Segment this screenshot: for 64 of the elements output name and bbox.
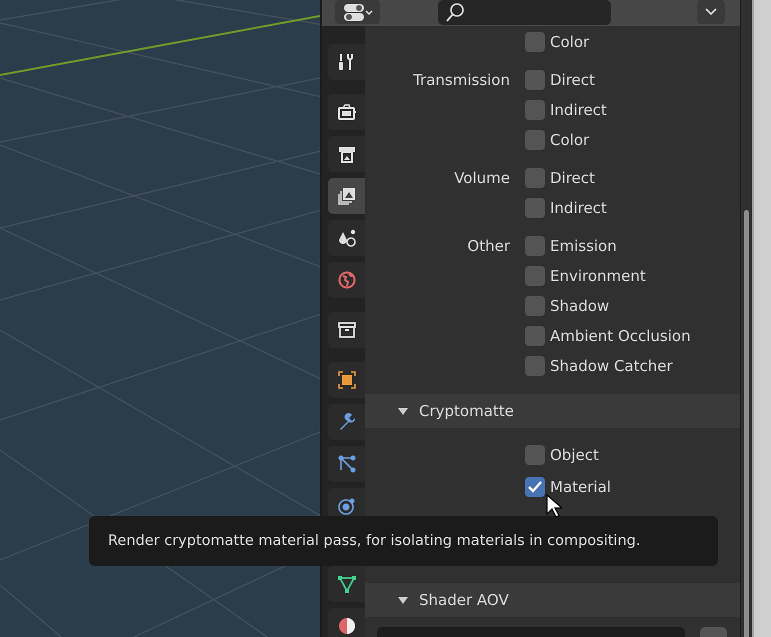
properties-tab[interactable] bbox=[328, 136, 365, 172]
orbit-icon bbox=[336, 496, 356, 516]
search-field[interactable] bbox=[438, 0, 611, 24]
checkbox-label: Indirect bbox=[550, 199, 607, 217]
image-stack-icon bbox=[336, 186, 356, 206]
dropdown-button[interactable] bbox=[697, 0, 725, 24]
triangle-icon bbox=[336, 574, 356, 594]
checkbox[interactable] bbox=[525, 296, 545, 316]
checkbox-label: Direct bbox=[550, 71, 595, 89]
checkbox-label: Indirect bbox=[550, 101, 607, 119]
tooltip: Render cryptomatte material pass, for isolating materials in compositing. bbox=[89, 516, 718, 566]
checkbox[interactable] bbox=[525, 168, 545, 188]
printer-icon bbox=[336, 144, 356, 164]
checkbox-label: Material bbox=[550, 478, 611, 496]
checkbox-label: Shadow Catcher bbox=[550, 357, 673, 375]
properties-tab[interactable] bbox=[328, 220, 365, 256]
checkbox[interactable] bbox=[525, 326, 545, 346]
properties-tab[interactable] bbox=[328, 312, 365, 348]
checkbox[interactable] bbox=[525, 445, 545, 465]
square-icon bbox=[336, 370, 356, 390]
camera-back-icon bbox=[336, 102, 356, 122]
checkbox[interactable] bbox=[525, 100, 545, 120]
archive-box-icon bbox=[336, 320, 356, 340]
checkbox[interactable] bbox=[525, 70, 545, 90]
checkbox-label: Environment bbox=[550, 267, 646, 285]
checkbox-label: Object bbox=[550, 446, 599, 464]
checkbox[interactable] bbox=[525, 356, 545, 376]
sphere-icon bbox=[336, 616, 356, 636]
checkbox[interactable] bbox=[525, 266, 545, 286]
properties-tab[interactable] bbox=[328, 362, 365, 398]
checkbox-label: Shadow bbox=[550, 297, 610, 315]
editor-type-button[interactable] bbox=[335, 0, 380, 24]
checkbox[interactable] bbox=[525, 236, 545, 256]
properties-tab[interactable] bbox=[328, 44, 365, 80]
properties-tab[interactable] bbox=[328, 446, 365, 482]
scrollbar[interactable] bbox=[744, 210, 749, 637]
checkbox[interactable] bbox=[525, 32, 545, 52]
globe-icon bbox=[336, 270, 356, 290]
properties-tab[interactable] bbox=[328, 608, 365, 637]
properties-tab[interactable] bbox=[328, 178, 365, 214]
search-icon bbox=[444, 1, 466, 23]
section-header[interactable]: Shader AOV bbox=[365, 583, 740, 617]
editor-icon bbox=[342, 2, 372, 22]
checkbox-label: Direct bbox=[550, 169, 595, 187]
pointer-icon bbox=[546, 494, 562, 518]
properties-tab[interactable] bbox=[328, 404, 365, 440]
checkbox[interactable] bbox=[525, 130, 545, 150]
triangle-down-icon bbox=[398, 595, 408, 605]
checkbox-label: Color bbox=[550, 33, 590, 51]
triangle-down-icon bbox=[398, 406, 408, 416]
properties-tab[interactable] bbox=[328, 94, 365, 130]
group-label: Volume bbox=[453, 169, 510, 187]
section-header[interactable]: Cryptomatte bbox=[365, 394, 740, 428]
nodes-icon bbox=[336, 454, 356, 474]
checkbox[interactable] bbox=[525, 477, 545, 497]
properties-tab[interactable] bbox=[328, 566, 365, 602]
checkbox-label: Ambient Occlusion bbox=[550, 327, 691, 345]
group-label: Transmission bbox=[412, 71, 510, 89]
group-label: Other bbox=[466, 237, 510, 255]
drops-icon bbox=[336, 228, 356, 248]
checkbox[interactable] bbox=[525, 198, 545, 218]
chevron-down-icon bbox=[705, 8, 717, 16]
checkbox-label: Emission bbox=[550, 237, 617, 255]
checkbox-label: Color bbox=[550, 131, 590, 149]
